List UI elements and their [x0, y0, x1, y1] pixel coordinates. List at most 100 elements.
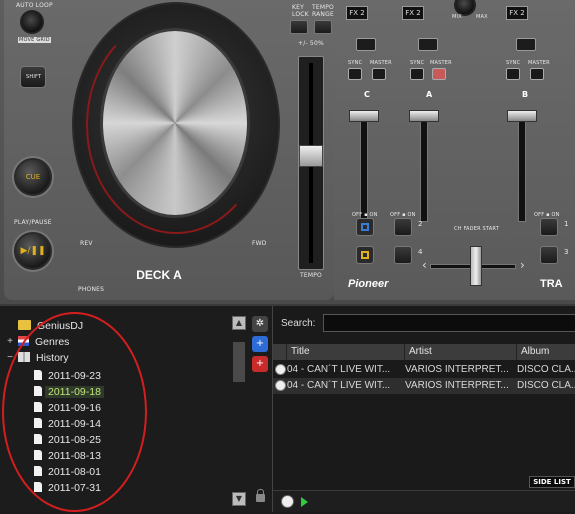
column-header-title[interactable]: Title — [287, 344, 405, 360]
cue-button-c[interactable] — [356, 38, 376, 51]
document-icon — [34, 482, 42, 492]
master-button-c[interactable] — [372, 68, 386, 80]
pitch-range-value: +/- 50% — [298, 40, 324, 47]
max-label: MAX — [476, 14, 488, 20]
jog-wheel[interactable] — [72, 2, 280, 248]
scroll-thumb[interactable] — [233, 342, 245, 382]
crossfader-handle[interactable] — [470, 246, 482, 286]
number-1: 1 — [564, 220, 569, 228]
channel-fader-handle-c[interactable] — [349, 110, 379, 122]
tree-label: History — [36, 352, 69, 364]
fader-start-button-c[interactable] — [356, 218, 374, 236]
cue-button-b[interactable] — [516, 38, 536, 51]
sync-button-a[interactable] — [410, 68, 424, 80]
document-icon — [34, 466, 42, 476]
folder-icon — [18, 320, 31, 330]
channel-label-a: A — [426, 90, 433, 99]
tree-expander[interactable]: − — [6, 350, 14, 366]
tempo-range-button[interactable] — [314, 20, 332, 34]
fx-button-b[interactable]: FX 2 — [506, 6, 528, 20]
track-album: DISCO CLA... — [517, 364, 575, 375]
search-input[interactable] — [323, 314, 575, 332]
sync-button-c[interactable] — [348, 68, 362, 80]
fader-start-button-b2[interactable] — [540, 246, 558, 264]
track-list-footer — [273, 490, 575, 512]
auto-loop-label: AUTO LOOP — [16, 2, 53, 9]
history-item-selected[interactable]: 2011-09-18 — [34, 384, 104, 400]
virtualdj-window: AUTO LOOP MOVE GRID SHIFT CUE PLAY/PAUSE… — [0, 0, 575, 514]
auto-loop-knob[interactable] — [20, 10, 44, 34]
sync-button-b[interactable] — [506, 68, 520, 80]
deck-area: AUTO LOOP MOVE GRID SHIFT CUE PLAY/PAUSE… — [0, 0, 575, 304]
cue-button-a[interactable] — [418, 38, 438, 51]
search-folder-icon[interactable]: ✲ — [252, 316, 268, 332]
history-item[interactable]: 2011-08-01 — [34, 464, 104, 480]
pitch-slider[interactable] — [298, 56, 324, 270]
pitch-slider-handle[interactable] — [299, 145, 323, 167]
play-pause-button[interactable]: ▶/❚❚ — [14, 232, 52, 270]
fader-start-button-c2[interactable] — [356, 246, 374, 264]
jog-platter[interactable] — [100, 28, 250, 218]
ch-fader-start-label: CH FADER START — [454, 226, 499, 232]
track-row[interactable]: 04 - CAN´T LIVE WIT... VARIOS INTERPRET.… — [273, 378, 575, 394]
track-album: DISCO CLA... — [517, 380, 575, 391]
fader-start-button-b[interactable] — [540, 218, 558, 236]
scroll-down-button[interactable]: ▼ — [232, 492, 246, 506]
key-lock-button[interactable] — [290, 20, 308, 34]
history-item[interactable]: 2011-09-16 — [34, 400, 104, 416]
history-item-label: 2011-08-13 — [48, 450, 101, 462]
channel-fader-handle-b[interactable] — [507, 110, 537, 122]
master-button-a[interactable] — [432, 68, 446, 80]
tree-scrollbar[interactable]: ▲ ▼ — [232, 312, 248, 510]
column-header-album[interactable]: Album — [517, 344, 575, 360]
fx-button-c[interactable]: FX 2 — [346, 6, 368, 20]
crossfader-left-icon: ‹ — [422, 258, 427, 272]
scroll-up-button[interactable]: ▲ — [232, 316, 246, 330]
document-icon — [34, 402, 42, 412]
history-item[interactable]: 2011-09-23 — [34, 368, 104, 384]
history-item[interactable]: 2011-07-31 — [34, 480, 104, 496]
history-item-label: 2011-08-25 — [48, 434, 101, 446]
channel-fader-b[interactable] — [518, 112, 526, 222]
channel-fader-handle-a[interactable] — [409, 110, 439, 122]
tempo-label: TEMPO — [300, 272, 322, 279]
sync-label-b: SYNC — [506, 60, 521, 66]
track-row[interactable]: 04 - CAN´T LIVE WIT... VARIOS INTERPRET.… — [273, 362, 575, 378]
tree-label: Genres — [35, 336, 70, 348]
autoplay-icon[interactable] — [281, 495, 294, 508]
number-3: 3 — [564, 248, 569, 256]
tempo-range-label: TEMPO RANGE — [312, 4, 334, 18]
number-2: 2 — [418, 220, 423, 228]
track-title: 04 - CAN´T LIVE WIT... — [287, 364, 391, 375]
history-item-label: 2011-07-31 — [48, 482, 101, 494]
side-list-button[interactable]: SIDE LIST — [529, 476, 575, 488]
channel-fader-c[interactable] — [360, 112, 368, 222]
column-header-artist[interactable]: Artist — [405, 344, 517, 360]
track-artist: VARIOS INTERPRET... — [405, 364, 509, 375]
track-artist: VARIOS INTERPRET... — [405, 380, 509, 391]
add-folder-icon[interactable]: + — [252, 336, 268, 352]
fx-button-a[interactable]: FX 2 — [402, 6, 424, 20]
channel-fader-a[interactable] — [420, 112, 428, 222]
column-header-icon[interactable] — [273, 344, 287, 360]
history-item[interactable]: 2011-09-14 — [34, 416, 104, 432]
move-grid-label: MOVE GRID — [18, 37, 51, 43]
key-lock-label: KEY LOCK — [292, 4, 309, 18]
play-icon[interactable] — [301, 497, 308, 507]
browser-toolbar: ✲ + + — [250, 312, 270, 510]
shift-label: SHIFT — [26, 74, 42, 80]
add-playlist-icon[interactable]: + — [252, 356, 268, 372]
tree-expander[interactable]: + — [6, 334, 14, 350]
tree-label: GeniusDJ — [37, 320, 84, 332]
history-item[interactable]: 2011-08-25 — [34, 432, 104, 448]
sync-label-c: SYNC — [348, 60, 363, 66]
cue-button[interactable]: CUE — [14, 158, 52, 196]
history-item-label: 2011-09-14 — [48, 418, 101, 430]
track-title: 04 - CAN´T LIVE WIT... — [287, 380, 391, 391]
lock-icon[interactable] — [256, 489, 265, 502]
shift-button[interactable]: SHIFT — [20, 66, 46, 88]
fader-start-button-a2[interactable] — [394, 246, 412, 264]
master-button-b[interactable] — [530, 68, 544, 80]
fader-start-button-a[interactable] — [394, 218, 412, 236]
history-item[interactable]: 2011-08-13 — [34, 448, 104, 464]
